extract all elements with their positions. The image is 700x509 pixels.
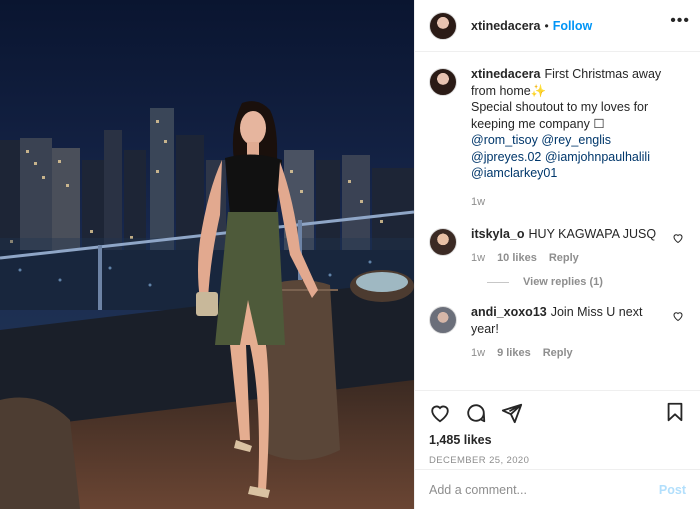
reply-button[interactable]: Reply: [543, 347, 573, 359]
follow-button[interactable]: Follow: [553, 19, 593, 33]
mention-link[interactable]: @iamjohnpaulhalili: [545, 150, 650, 164]
share-icon[interactable]: [501, 402, 523, 424]
heart-icon[interactable]: [672, 310, 684, 322]
instagram-post-modal: xtinedacera • Follow ••• xtinedacera Firs…: [0, 0, 700, 509]
comment-text: andi_xoxo13 Join Miss U next year!: [471, 304, 664, 337]
post-header: xtinedacera • Follow •••: [415, 0, 700, 52]
post-actions: 1,485 likes DECEMBER 25, 2020 Post: [415, 390, 700, 509]
reply-button[interactable]: Reply: [549, 252, 579, 264]
heart-icon[interactable]: [429, 402, 451, 424]
view-replies-label: View replies (1): [523, 276, 603, 288]
comment-body: itskyla_o HUY KAGWAPA JUSQ 1w 10 likes Re…: [471, 226, 686, 265]
comment-item: itskyla_o HUY KAGWAPA JUSQ 1w 10 likes Re…: [429, 226, 686, 265]
avatar[interactable]: [429, 11, 457, 40]
mention-link[interactable]: @rey_englis: [541, 133, 611, 147]
avatar[interactable]: [429, 227, 457, 256]
ellipsis-icon[interactable]: •••: [670, 13, 690, 29]
comment-input[interactable]: [429, 482, 659, 497]
likes-count[interactable]: 1,485 likes: [429, 433, 686, 447]
avatar[interactable]: [429, 68, 457, 96]
caption-line2: Special shoutout to my loves for keeping…: [471, 100, 649, 131]
comment-icon[interactable]: [465, 402, 487, 424]
mention-link[interactable]: @iamclarkey01: [471, 166, 557, 180]
comment-likes[interactable]: 9 likes: [497, 347, 531, 359]
caption-body: xtinedacera First Christmas away from hom…: [471, 66, 686, 208]
comment-item: andi_xoxo13 Join Miss U next year! 1w 9 l…: [429, 304, 686, 359]
caption-username[interactable]: xtinedacera: [471, 67, 540, 81]
separator-dot: •: [544, 18, 549, 33]
comment-text: itskyla_o HUY KAGWAPA JUSQ: [471, 226, 664, 243]
view-replies-button[interactable]: View replies (1): [487, 276, 686, 288]
comment-likes[interactable]: 10 likes: [497, 252, 537, 264]
emoji-box-icon: ☐: [593, 116, 605, 131]
comment-composer: Post: [415, 469, 700, 509]
comment-time[interactable]: 1w: [471, 347, 485, 359]
comment-meta: 1w 10 likes Reply: [471, 252, 664, 264]
avatar[interactable]: [429, 306, 457, 334]
post-side-panel: xtinedacera • Follow ••• xtinedacera Firs…: [414, 0, 700, 509]
comment-body: andi_xoxo13 Join Miss U next year! 1w 9 l…: [471, 304, 686, 359]
comment-content: HUY KAGWAPA JUSQ: [528, 226, 657, 241]
caption: xtinedacera First Christmas away from hom…: [429, 66, 686, 208]
post-photo[interactable]: [0, 0, 414, 509]
mention-link[interactable]: @jpreyes.02: [471, 150, 541, 164]
post-date[interactable]: DECEMBER 25, 2020: [429, 455, 686, 466]
rooftop-night-scene: [0, 0, 414, 509]
heart-icon[interactable]: [672, 232, 684, 244]
sparkle-emoji: ✨: [530, 83, 547, 98]
replies-divider: [487, 281, 509, 283]
caption-text: xtinedacera First Christmas away from hom…: [471, 66, 664, 182]
comments-section: xtinedacera First Christmas away from hom…: [415, 52, 700, 390]
mention-link[interactable]: @rom_tisoy: [471, 133, 538, 147]
comment-username[interactable]: itskyla_o: [471, 227, 525, 241]
caption-meta: 1w: [471, 196, 664, 208]
caption-time[interactable]: 1w: [471, 196, 485, 208]
comment-time[interactable]: 1w: [471, 252, 485, 264]
post-button[interactable]: Post: [659, 483, 686, 497]
bookmark-icon[interactable]: [664, 401, 686, 423]
comment-meta: 1w 9 likes Reply: [471, 347, 664, 359]
action-icons: [429, 401, 686, 425]
comment-username[interactable]: andi_xoxo13: [471, 305, 547, 319]
header-username[interactable]: xtinedacera: [471, 19, 540, 33]
